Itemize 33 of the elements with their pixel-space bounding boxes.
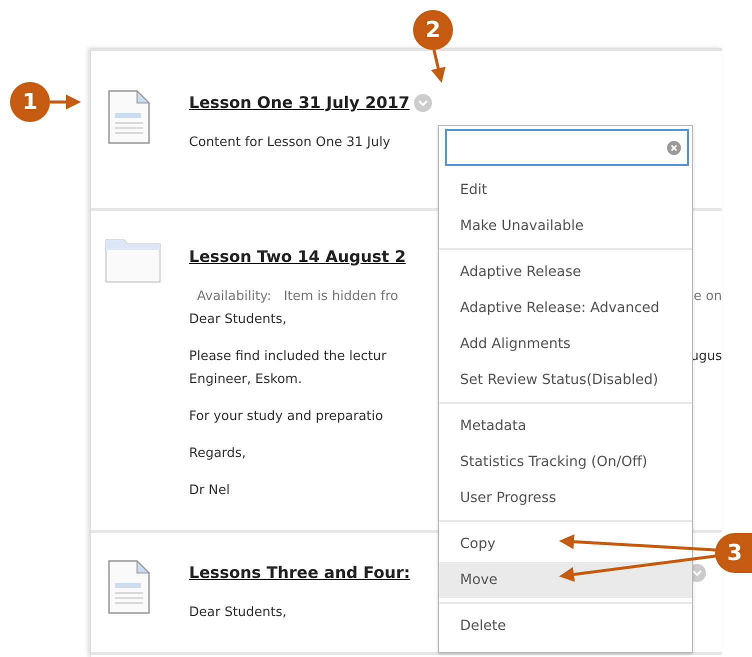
callout-arrow bbox=[430, 50, 446, 83]
item-title-link[interactable]: Lesson One 31 July 2017 bbox=[189, 91, 410, 115]
menu-item[interactable]: Delete bbox=[439, 608, 692, 644]
callout-marker: 1 bbox=[10, 82, 50, 122]
body-text: Content for Lesson One 31 July bbox=[189, 134, 390, 152]
item-title-link[interactable]: Lessons Three and Four: bbox=[189, 561, 410, 585]
menu-item[interactable]: Copy bbox=[439, 526, 692, 562]
menu-item[interactable]: Metadata bbox=[439, 408, 692, 444]
callout-marker: 3 bbox=[715, 533, 752, 573]
menu-item[interactable]: User Progress bbox=[439, 480, 692, 516]
clear-icon[interactable] bbox=[667, 140, 681, 154]
availability-text: Availability: Item is hidden fro bbox=[196, 288, 398, 306]
availability-text: e on bbox=[692, 288, 722, 306]
body-text: Engineer, Eskom. bbox=[189, 371, 302, 389]
body-text: Dear Students, bbox=[189, 311, 287, 329]
options-button[interactable] bbox=[414, 94, 432, 112]
body-text: Please find included the lectur bbox=[189, 348, 387, 366]
menu-item[interactable]: Statistics Tracking (On/Off) bbox=[439, 444, 692, 480]
body-text: Dr Nel bbox=[189, 482, 230, 500]
item-title-link[interactable]: Lesson Two 14 August 2 bbox=[189, 245, 406, 269]
body-text: Dear Students, bbox=[189, 604, 287, 622]
callout-marker: 2 bbox=[413, 10, 453, 50]
callout-arrow bbox=[50, 94, 81, 110]
folder-icon bbox=[105, 237, 161, 283]
menu-item[interactable]: Adaptive Release: Advanced bbox=[439, 290, 692, 326]
menu-item[interactable]: Adaptive Release bbox=[439, 254, 692, 290]
menu-item[interactable]: Make Unavailable bbox=[439, 208, 692, 244]
menu-item[interactable]: Edit bbox=[439, 172, 692, 208]
body-text: Regards, bbox=[189, 445, 246, 463]
menu-item[interactable]: Move bbox=[439, 562, 692, 598]
search-field[interactable] bbox=[445, 129, 689, 166]
body-text: For your study and preparatio bbox=[189, 408, 384, 426]
chevron-icon bbox=[418, 100, 428, 106]
